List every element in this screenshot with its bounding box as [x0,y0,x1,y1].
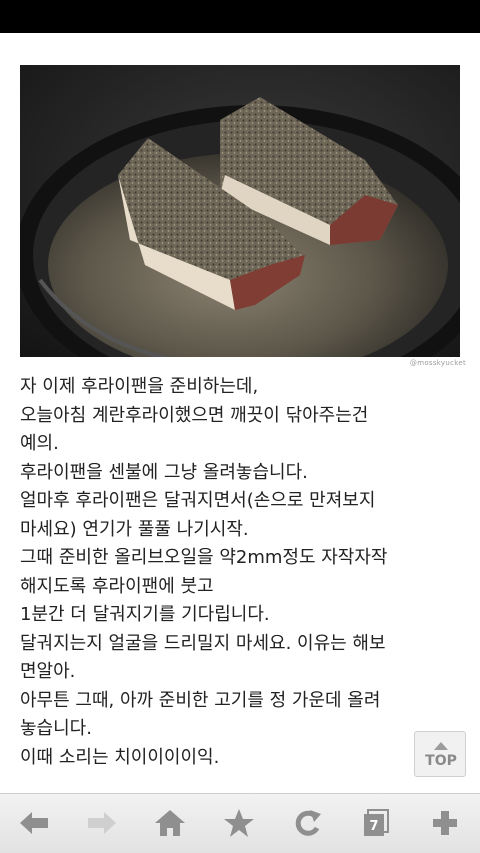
article-line: 후라이팬을 센불에 그냥 올려놓습니다. [20,461,308,483]
article-line: 아무튼 그때, 아까 준비한 고기를 정 가운데 올려 [20,689,381,711]
article-line: 이때 소리는 치이이이이익. [20,746,220,768]
status-bar [0,0,480,33]
forward-button[interactable] [84,806,120,840]
article-line: 오늘아침 계란후라이했으면 깨끗이 닦아주는건 [20,404,369,426]
article-line: 마세요) 연기가 풀풀 나기시작. [20,518,249,540]
article-line: 1분간 더 달궈지기를 기다립니다. [20,604,270,625]
browser-toolbar: 7 [0,793,480,853]
article-photo [20,65,460,357]
scroll-top-button[interactable]: TOP [414,731,466,777]
home-button[interactable] [152,806,188,840]
article-line: 예의. [20,433,59,454]
star-icon [224,809,254,837]
plus-icon [433,811,457,835]
photo-watermark: @mosskyucket [409,359,466,367]
article-line: 해지도록 후라이팬에 붓고 [20,575,214,597]
article-line: 얼마후 후라이팬은 달궈지면서(손으로 만져보지 [20,490,376,511]
tabs-button[interactable]: 7 [358,806,394,840]
article-line: 달궈지는지 얼굴을 드리밀지 마세요. 이유는 해보 [20,632,386,654]
up-triangle-icon [434,742,448,750]
article-line: 놓습니다. [20,718,92,739]
tab-count: 7 [369,819,379,834]
article-line: 자 이제 후라이팬을 준비하는데, [20,376,259,397]
new-tab-button[interactable] [427,806,463,840]
forward-arrow-icon [88,812,116,834]
refresh-icon [295,810,321,836]
article-line: 면알아. [20,661,76,682]
article-body: 자 이제 후라이팬을 준비하는데, 오늘아침 계란후라이했으면 깨끗이 닦아주는… [20,373,465,772]
refresh-button[interactable] [290,806,326,840]
bookmark-button[interactable] [221,806,257,840]
article-line: 그때 준비한 올리브오일을 약2mm정도 자작자작 [20,547,388,568]
back-arrow-icon [20,812,48,834]
back-button[interactable] [16,806,52,840]
home-icon [155,810,185,836]
scroll-top-label: TOP [425,753,457,769]
